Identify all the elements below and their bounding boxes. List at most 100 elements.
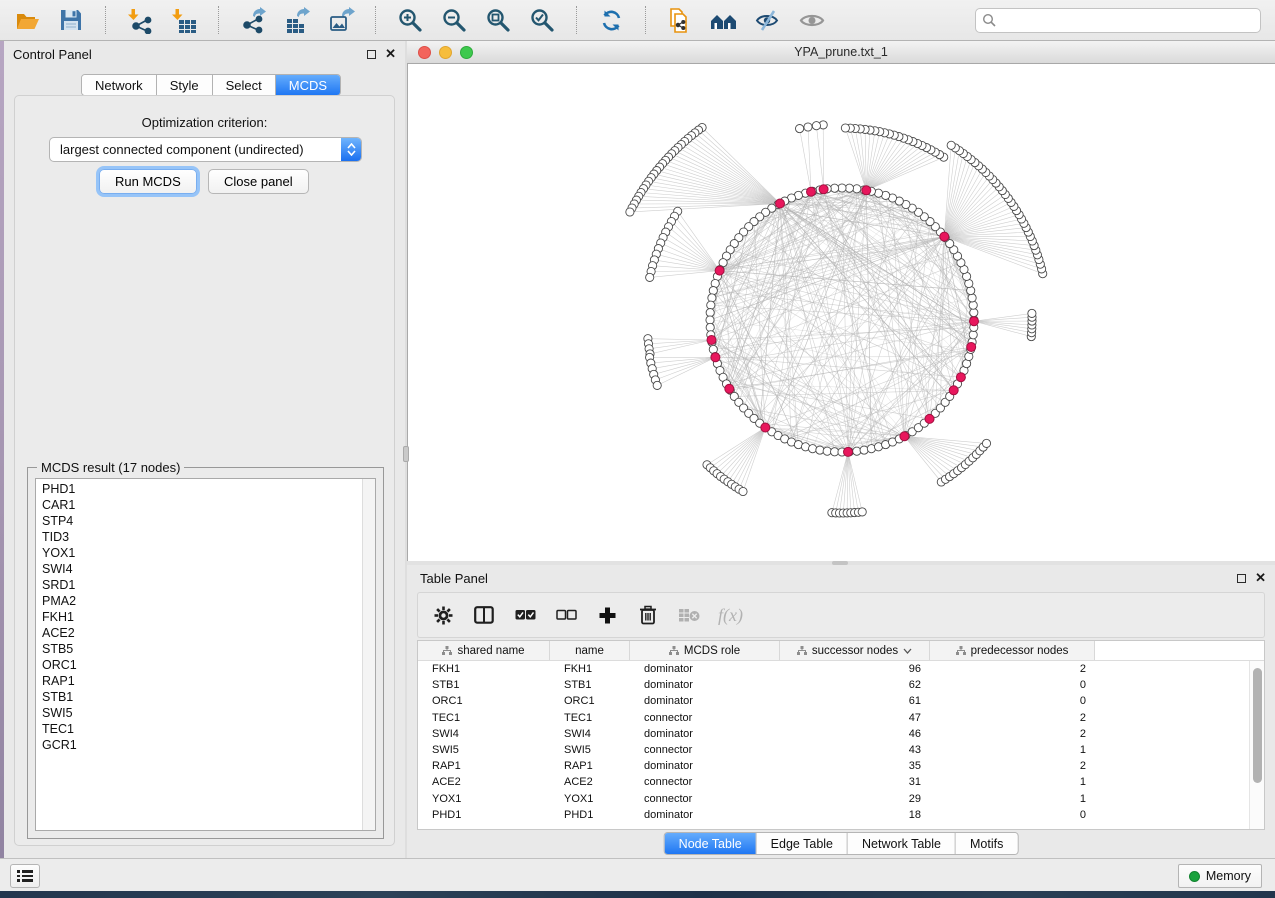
- table-cell[interactable]: TEC1: [418, 712, 550, 724]
- table-cell[interactable]: YOX1: [418, 793, 550, 805]
- close-panel-icon[interactable]: ✕: [385, 49, 396, 59]
- table-cell[interactable]: STB1: [418, 679, 550, 691]
- table-cell[interactable]: 29: [780, 793, 930, 805]
- table-cell[interactable]: RAP1: [418, 760, 550, 772]
- table-cell[interactable]: 2: [930, 663, 1095, 675]
- column-layout-icon[interactable]: [472, 603, 496, 627]
- table-cell[interactable]: 62: [780, 679, 930, 691]
- table-cell[interactable]: dominator: [630, 728, 780, 740]
- show-panels-icon[interactable]: [797, 5, 827, 35]
- float-panel-icon[interactable]: [1237, 574, 1246, 583]
- mcds-result-item[interactable]: GCR1: [36, 737, 361, 753]
- table-cell[interactable]: TEC1: [550, 712, 630, 724]
- tab-style[interactable]: Style: [157, 75, 213, 95]
- table-row[interactable]: STB1STB1dominator620: [418, 677, 1249, 693]
- table-cell[interactable]: 2: [930, 728, 1095, 740]
- table-cell[interactable]: RAP1: [550, 760, 630, 772]
- mcds-result-item[interactable]: RAP1: [36, 673, 361, 689]
- table-cell[interactable]: connector: [630, 744, 780, 756]
- splitter-handle[interactable]: [403, 446, 409, 462]
- run-mcds-button[interactable]: Run MCDS: [99, 169, 197, 194]
- table-cell[interactable]: 18: [780, 809, 930, 821]
- table-cell[interactable]: 46: [780, 728, 930, 740]
- select-all-icon[interactable]: [513, 603, 537, 627]
- table-cell[interactable]: 96: [780, 663, 930, 675]
- import-table-icon[interactable]: [169, 5, 199, 35]
- table-cell[interactable]: connector: [630, 712, 780, 724]
- search-input[interactable]: [1001, 14, 1254, 28]
- tab-edge-table[interactable]: Edge Table: [757, 833, 848, 854]
- zoom-out-icon[interactable]: [439, 5, 469, 35]
- mcds-result-item[interactable]: SWI5: [36, 705, 361, 721]
- open-session-icon[interactable]: [12, 5, 42, 35]
- save-session-icon[interactable]: [56, 5, 86, 35]
- table-cell[interactable]: dominator: [630, 809, 780, 821]
- window-minimize-button[interactable]: [439, 46, 452, 59]
- close-panel-button[interactable]: Close panel: [208, 169, 309, 194]
- table-cell[interactable]: 31: [780, 776, 930, 788]
- table-cell[interactable]: YOX1: [550, 793, 630, 805]
- bird-eye-view-icon[interactable]: [709, 5, 739, 35]
- tab-network[interactable]: Network: [82, 75, 157, 95]
- table-scrollbar[interactable]: [1249, 661, 1264, 829]
- deselect-all-icon[interactable]: [554, 603, 578, 627]
- window-maximize-button[interactable]: [460, 46, 473, 59]
- criterion-dropdown[interactable]: largest connected component (undirected): [49, 137, 362, 162]
- column-header-predecessor-nodes[interactable]: predecessor nodes: [930, 641, 1095, 660]
- search-box[interactable]: [975, 8, 1261, 33]
- table-cell[interactable]: 1: [930, 776, 1095, 788]
- mcds-result-item[interactable]: SWI4: [36, 561, 361, 577]
- table-cell[interactable]: 61: [780, 695, 930, 707]
- tab-select[interactable]: Select: [213, 75, 276, 95]
- table-cell[interactable]: 0: [930, 809, 1095, 821]
- mcds-list-scrollbar[interactable]: [362, 479, 375, 830]
- show-panel-list-button[interactable]: [10, 864, 40, 888]
- close-panel-icon[interactable]: ✕: [1255, 573, 1266, 583]
- float-panel-icon[interactable]: [367, 50, 376, 59]
- network-canvas[interactable]: [407, 64, 1275, 561]
- network-graph[interactable]: [407, 64, 1275, 561]
- table-cell[interactable]: ORC1: [550, 695, 630, 707]
- window-close-button[interactable]: [418, 46, 431, 59]
- mcds-result-item[interactable]: STB5: [36, 641, 361, 657]
- mcds-result-item[interactable]: YOX1: [36, 545, 361, 561]
- memory-button[interactable]: Memory: [1178, 864, 1262, 888]
- table-cell[interactable]: dominator: [630, 663, 780, 675]
- table-row[interactable]: YOX1YOX1connector291: [418, 791, 1249, 807]
- table-cell[interactable]: 43: [780, 744, 930, 756]
- zoom-selected-icon[interactable]: [527, 5, 557, 35]
- table-row[interactable]: TEC1TEC1connector472: [418, 710, 1249, 726]
- table-row[interactable]: ACE2ACE2connector311: [418, 774, 1249, 790]
- table-cell[interactable]: 35: [780, 760, 930, 772]
- table-cell[interactable]: PHD1: [550, 809, 630, 821]
- table-cell[interactable]: FKH1: [418, 663, 550, 675]
- mcds-result-list[interactable]: PHD1CAR1STP4TID3YOX1SWI4SRD1PMA2FKH1ACE2…: [35, 478, 376, 831]
- mcds-result-item[interactable]: STP4: [36, 513, 361, 529]
- table-cell[interactable]: 1: [930, 793, 1095, 805]
- table-cell[interactable]: ORC1: [418, 695, 550, 707]
- table-cell[interactable]: PHD1: [418, 809, 550, 821]
- table-scrollbar-thumb[interactable]: [1253, 668, 1262, 783]
- table-row[interactable]: FKH1FKH1dominator962: [418, 661, 1249, 677]
- table-cell[interactable]: 2: [930, 760, 1095, 772]
- delete-table-icon[interactable]: [677, 603, 701, 627]
- mcds-result-item[interactable]: STB1: [36, 689, 361, 705]
- import-network-icon[interactable]: [125, 5, 155, 35]
- mcds-result-item[interactable]: FKH1: [36, 609, 361, 625]
- table-row[interactable]: RAP1RAP1dominator352: [418, 758, 1249, 774]
- mcds-result-item[interactable]: TID3: [36, 529, 361, 545]
- table-cell[interactable]: 1: [930, 744, 1095, 756]
- table-cell[interactable]: dominator: [630, 679, 780, 691]
- table-row[interactable]: PHD1PHD1dominator180: [418, 807, 1249, 823]
- mcds-result-item[interactable]: PMA2: [36, 593, 361, 609]
- table-cell[interactable]: 0: [930, 695, 1095, 707]
- column-settings-icon[interactable]: [431, 603, 455, 627]
- column-header-shared-name[interactable]: shared name: [418, 641, 550, 660]
- column-header-successor-nodes[interactable]: successor nodes: [780, 641, 930, 660]
- column-header-mcds-role[interactable]: MCDS role: [630, 641, 780, 660]
- copy-network-icon[interactable]: [665, 5, 695, 35]
- table-row[interactable]: SWI5SWI5connector431: [418, 742, 1249, 758]
- mcds-result-item[interactable]: PHD1: [36, 481, 361, 497]
- table-cell[interactable]: SWI4: [550, 728, 630, 740]
- tab-node-table[interactable]: Node Table: [665, 833, 757, 854]
